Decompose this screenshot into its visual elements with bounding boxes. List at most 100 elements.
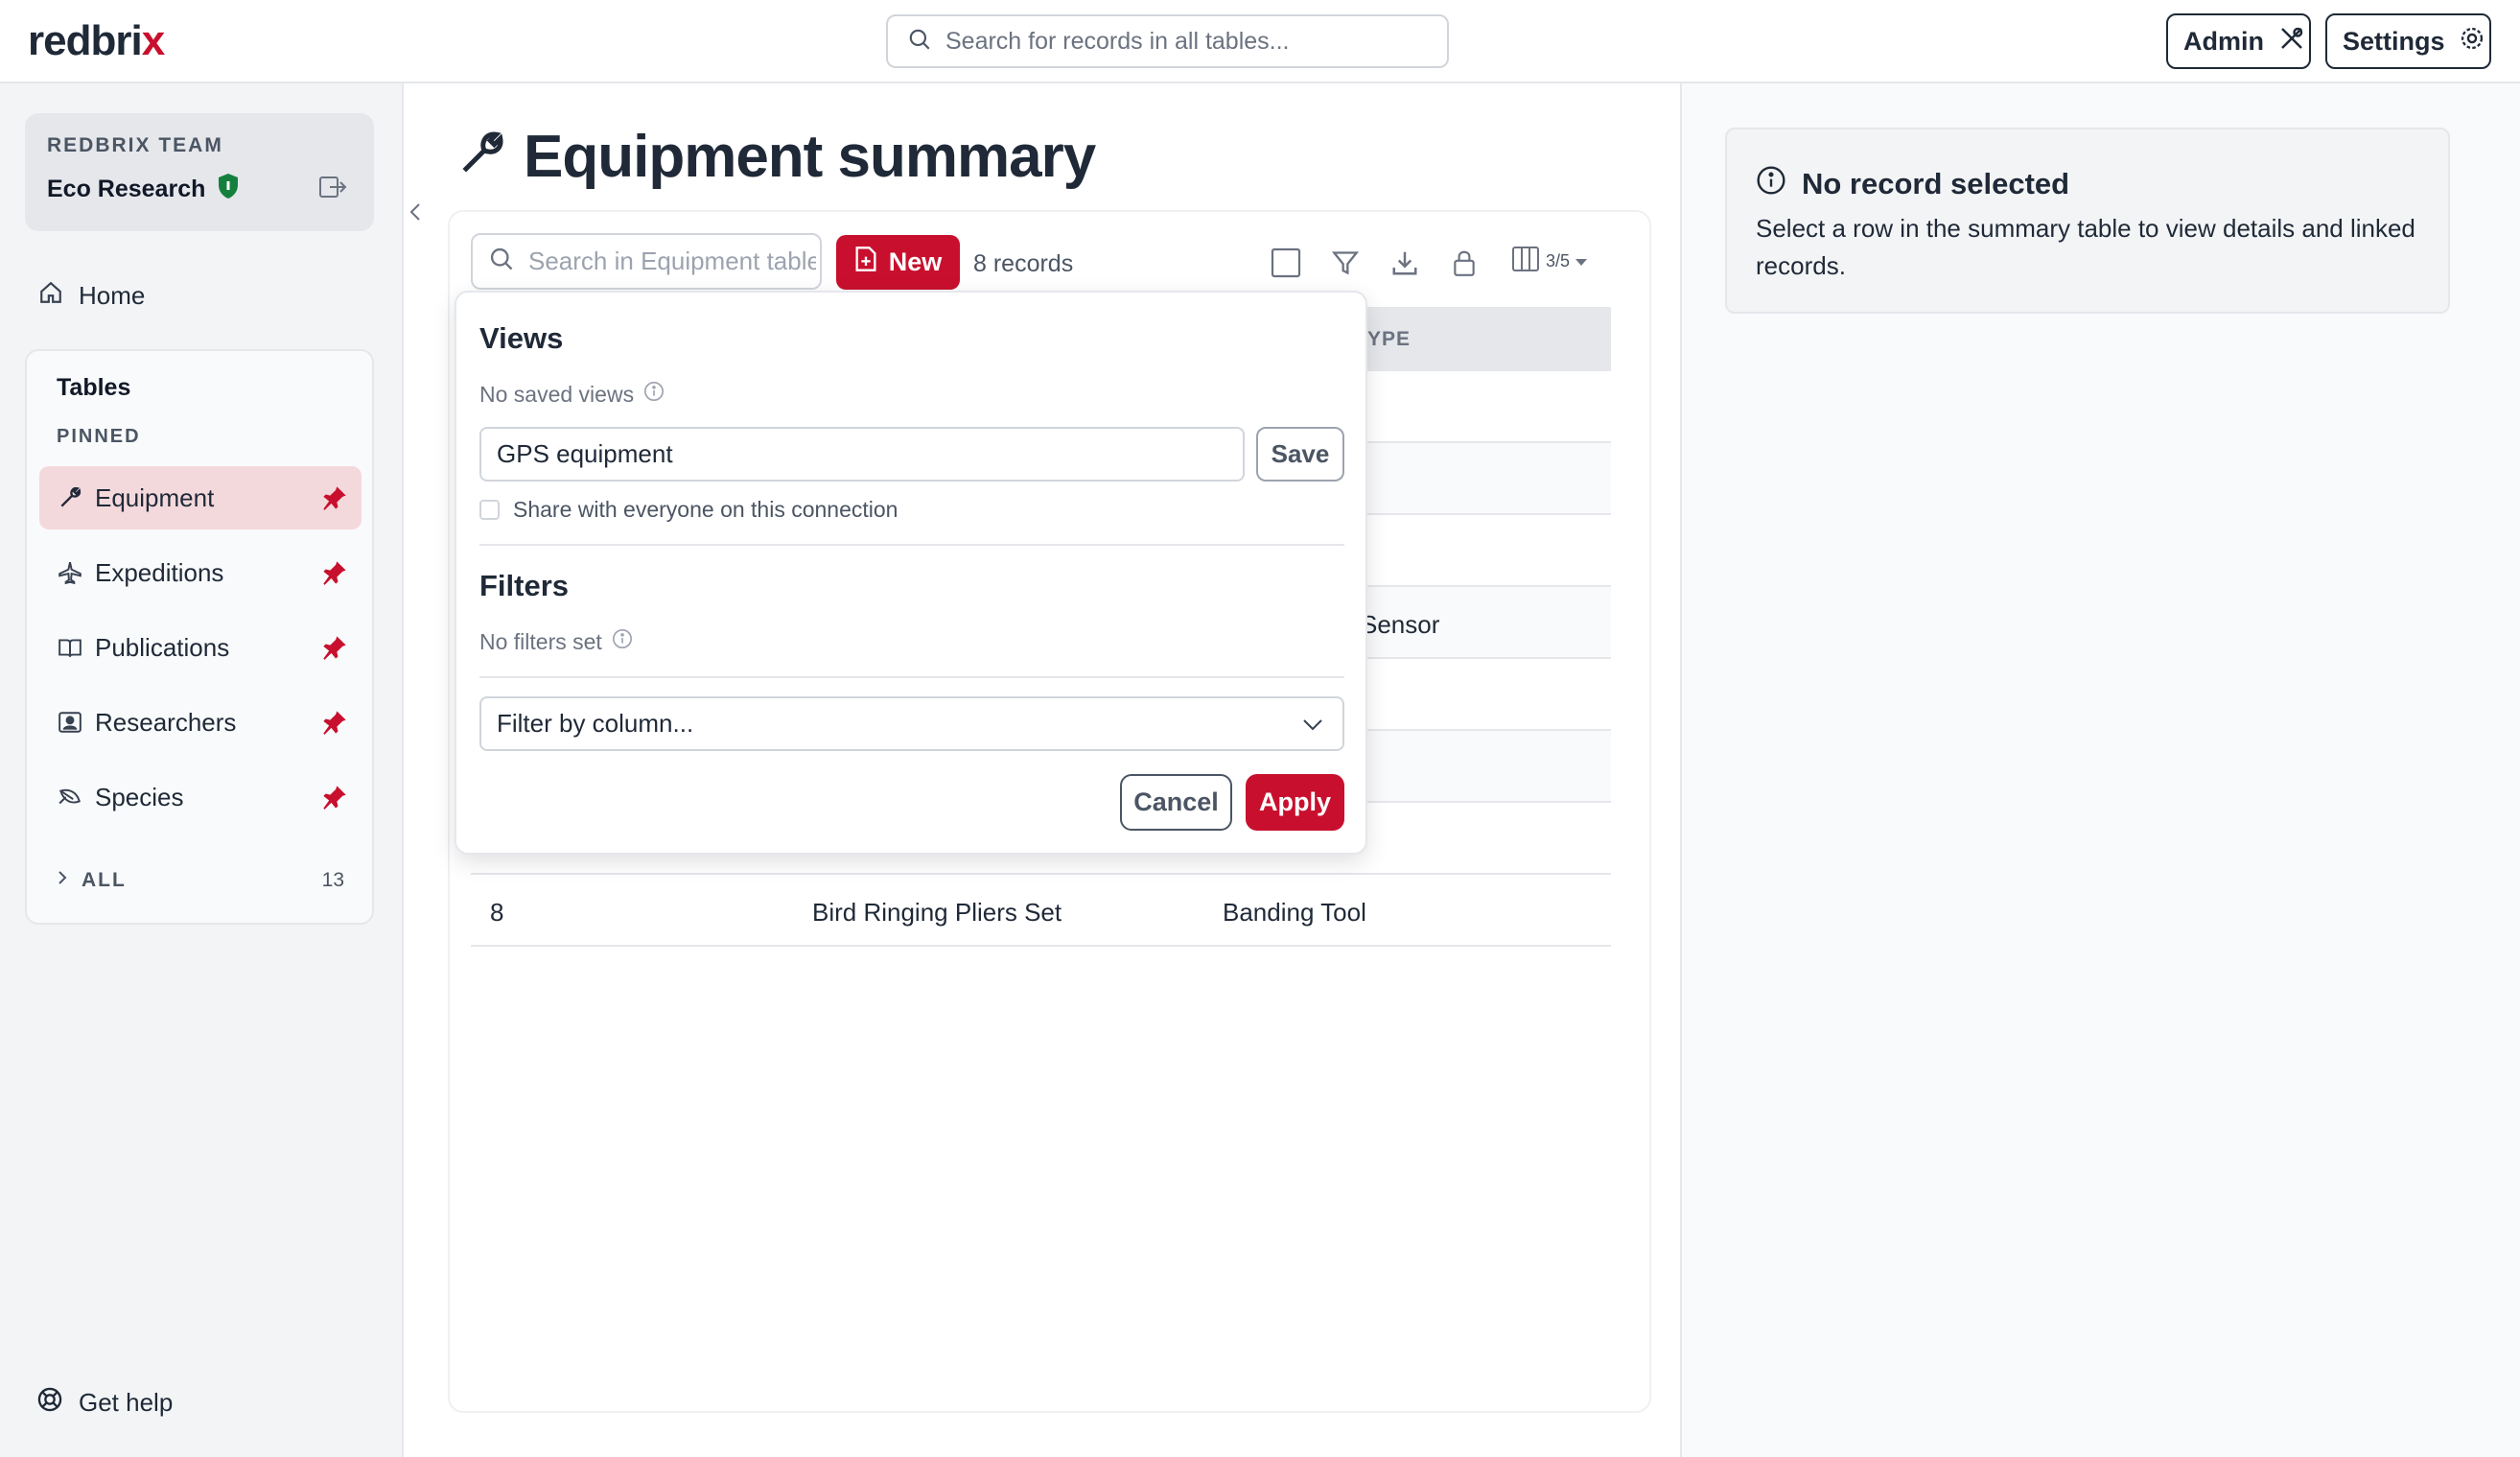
no-filters-text: No filters set	[479, 628, 602, 654]
cell-type: Banding Tool	[1223, 898, 1366, 927]
sidebar-item-label: Researchers	[95, 707, 237, 737]
team-name-text: Eco Research	[47, 176, 206, 202]
select-all-checkbox[interactable]	[1269, 246, 1303, 280]
sidebar-item-species[interactable]: Species	[39, 765, 362, 829]
table-search-input[interactable]	[528, 247, 816, 276]
no-filters-set: No filters set	[479, 628, 633, 655]
info-icon[interactable]	[612, 628, 633, 655]
caret-down-icon	[1575, 251, 1588, 271]
search-icon	[488, 246, 515, 277]
filter-column-select[interactable]: Filter by column...	[479, 696, 1344, 751]
home-label: Home	[79, 281, 146, 310]
page-title: Equipment summary	[458, 123, 1096, 191]
divider	[479, 676, 1344, 678]
tables-panel: Tables PINNED Equipment Expeditions Publ…	[25, 349, 374, 925]
sidebar-item-publications[interactable]: Publications	[39, 616, 362, 679]
share-option[interactable]: Share with everyone on this connection	[479, 497, 898, 523]
gear-icon	[2459, 25, 2485, 59]
chevron-left-icon	[408, 201, 422, 227]
cell-type: Sensor	[1361, 610, 1440, 639]
tables-title: Tables	[57, 374, 131, 401]
admin-button[interactable]: Admin	[2166, 13, 2311, 69]
all-label: ALL	[82, 869, 127, 891]
sidebar-item-home[interactable]: Home	[38, 280, 145, 312]
divider	[479, 544, 1344, 546]
wrench-icon	[57, 484, 83, 511]
new-button-label: New	[888, 247, 943, 276]
views-title: Views	[479, 321, 564, 355]
detail-title: No record selected	[1756, 165, 2069, 203]
detail-text: Select a row in the summary table to vie…	[1756, 214, 2415, 280]
table-search-box[interactable]	[471, 233, 822, 290]
cell-name: Bird Ringing Pliers Set	[812, 898, 1062, 927]
chevron-right-icon	[57, 869, 68, 892]
lock-icon[interactable]	[1447, 246, 1482, 280]
no-record-card: No record selected Select a row in the s…	[1725, 128, 2450, 314]
table-row[interactable]: 8 Bird Ringing Pliers Set Banding Tool	[471, 875, 1611, 947]
columns-icon	[1511, 246, 1540, 277]
column-header-type[interactable]: YPE	[1367, 328, 1411, 351]
sidebar: REDBRIX TEAM Eco Research Home Tables PI…	[0, 83, 420, 1457]
team-name: Eco Research	[47, 173, 240, 206]
filter-select-label: Filter by column...	[497, 709, 694, 738]
settings-button-label: Settings	[2343, 26, 2445, 56]
info-icon[interactable]	[643, 381, 665, 408]
share-checkbox[interactable]	[479, 500, 500, 520]
global-search-input[interactable]	[945, 27, 1406, 56]
cell-id: 8	[490, 898, 504, 927]
plane-icon	[57, 559, 83, 586]
shield-icon	[217, 173, 240, 206]
new-file-icon	[854, 246, 877, 279]
pin-icon[interactable]	[321, 484, 348, 518]
sidebar-item-equipment[interactable]: Equipment	[39, 466, 362, 529]
sidebar-item-expeditions[interactable]: Expeditions	[39, 541, 362, 604]
download-icon[interactable]	[1388, 246, 1422, 280]
no-saved-views: No saved views	[479, 381, 665, 408]
no-saved-views-text: No saved views	[479, 381, 635, 407]
sidebar-item-researchers[interactable]: Researchers	[39, 691, 362, 754]
save-view-button[interactable]: Save	[1256, 427, 1344, 482]
search-icon	[907, 27, 932, 57]
leaf-icon	[57, 784, 83, 811]
collapse-sidebar-button[interactable]	[401, 195, 430, 233]
get-help-link[interactable]: Get help	[36, 1386, 173, 1420]
pin-icon[interactable]	[321, 634, 348, 668]
get-help-label: Get help	[79, 1388, 174, 1417]
columns-count: 3/5	[1546, 251, 1571, 270]
logout-icon[interactable]	[318, 175, 347, 204]
lifebuoy-icon	[36, 1386, 63, 1420]
sidebar-item-label: Publications	[95, 632, 230, 662]
new-record-button[interactable]: New	[836, 235, 960, 290]
views-filters-popover: Views No saved views Save Share with eve…	[455, 291, 1367, 855]
chevron-down-icon	[1302, 709, 1323, 739]
admin-button-label: Admin	[2183, 26, 2264, 56]
pinned-label: PINNED	[57, 426, 141, 447]
global-search-box[interactable]	[886, 14, 1449, 68]
cancel-button[interactable]: Cancel	[1120, 774, 1232, 831]
book-icon	[57, 634, 83, 661]
sidebar-item-label: Expeditions	[95, 557, 224, 587]
team-card: REDBRIX TEAM Eco Research	[25, 113, 374, 231]
user-badge-icon	[57, 709, 83, 736]
team-label: REDBRIX TEAM	[47, 134, 223, 156]
detail-title-text: No record selected	[1802, 167, 2070, 200]
sidebar-item-label: Equipment	[95, 482, 215, 512]
sidebar-item-label: Species	[95, 782, 184, 811]
all-tables-toggle[interactable]: ALL 13	[57, 869, 344, 892]
filter-icon[interactable]	[1328, 246, 1363, 280]
apply-button[interactable]: Apply	[1246, 774, 1344, 831]
filters-title: Filters	[479, 569, 570, 602]
pin-icon[interactable]	[321, 784, 348, 817]
app-logo[interactable]: redbrix	[28, 17, 165, 65]
share-label: Share with everyone on this connection	[513, 497, 898, 522]
settings-button[interactable]: Settings	[2325, 13, 2491, 69]
columns-toggle[interactable]: 3/5	[1511, 246, 1588, 277]
top-bar: redbrix Admin Settings	[0, 0, 2520, 83]
wrench-icon	[458, 123, 506, 191]
view-name-input[interactable]	[479, 427, 1245, 482]
info-icon	[1756, 165, 1786, 203]
pin-icon[interactable]	[321, 709, 348, 742]
home-icon	[38, 280, 63, 312]
records-count: 8 records	[973, 250, 1074, 277]
pin-icon[interactable]	[321, 559, 348, 593]
